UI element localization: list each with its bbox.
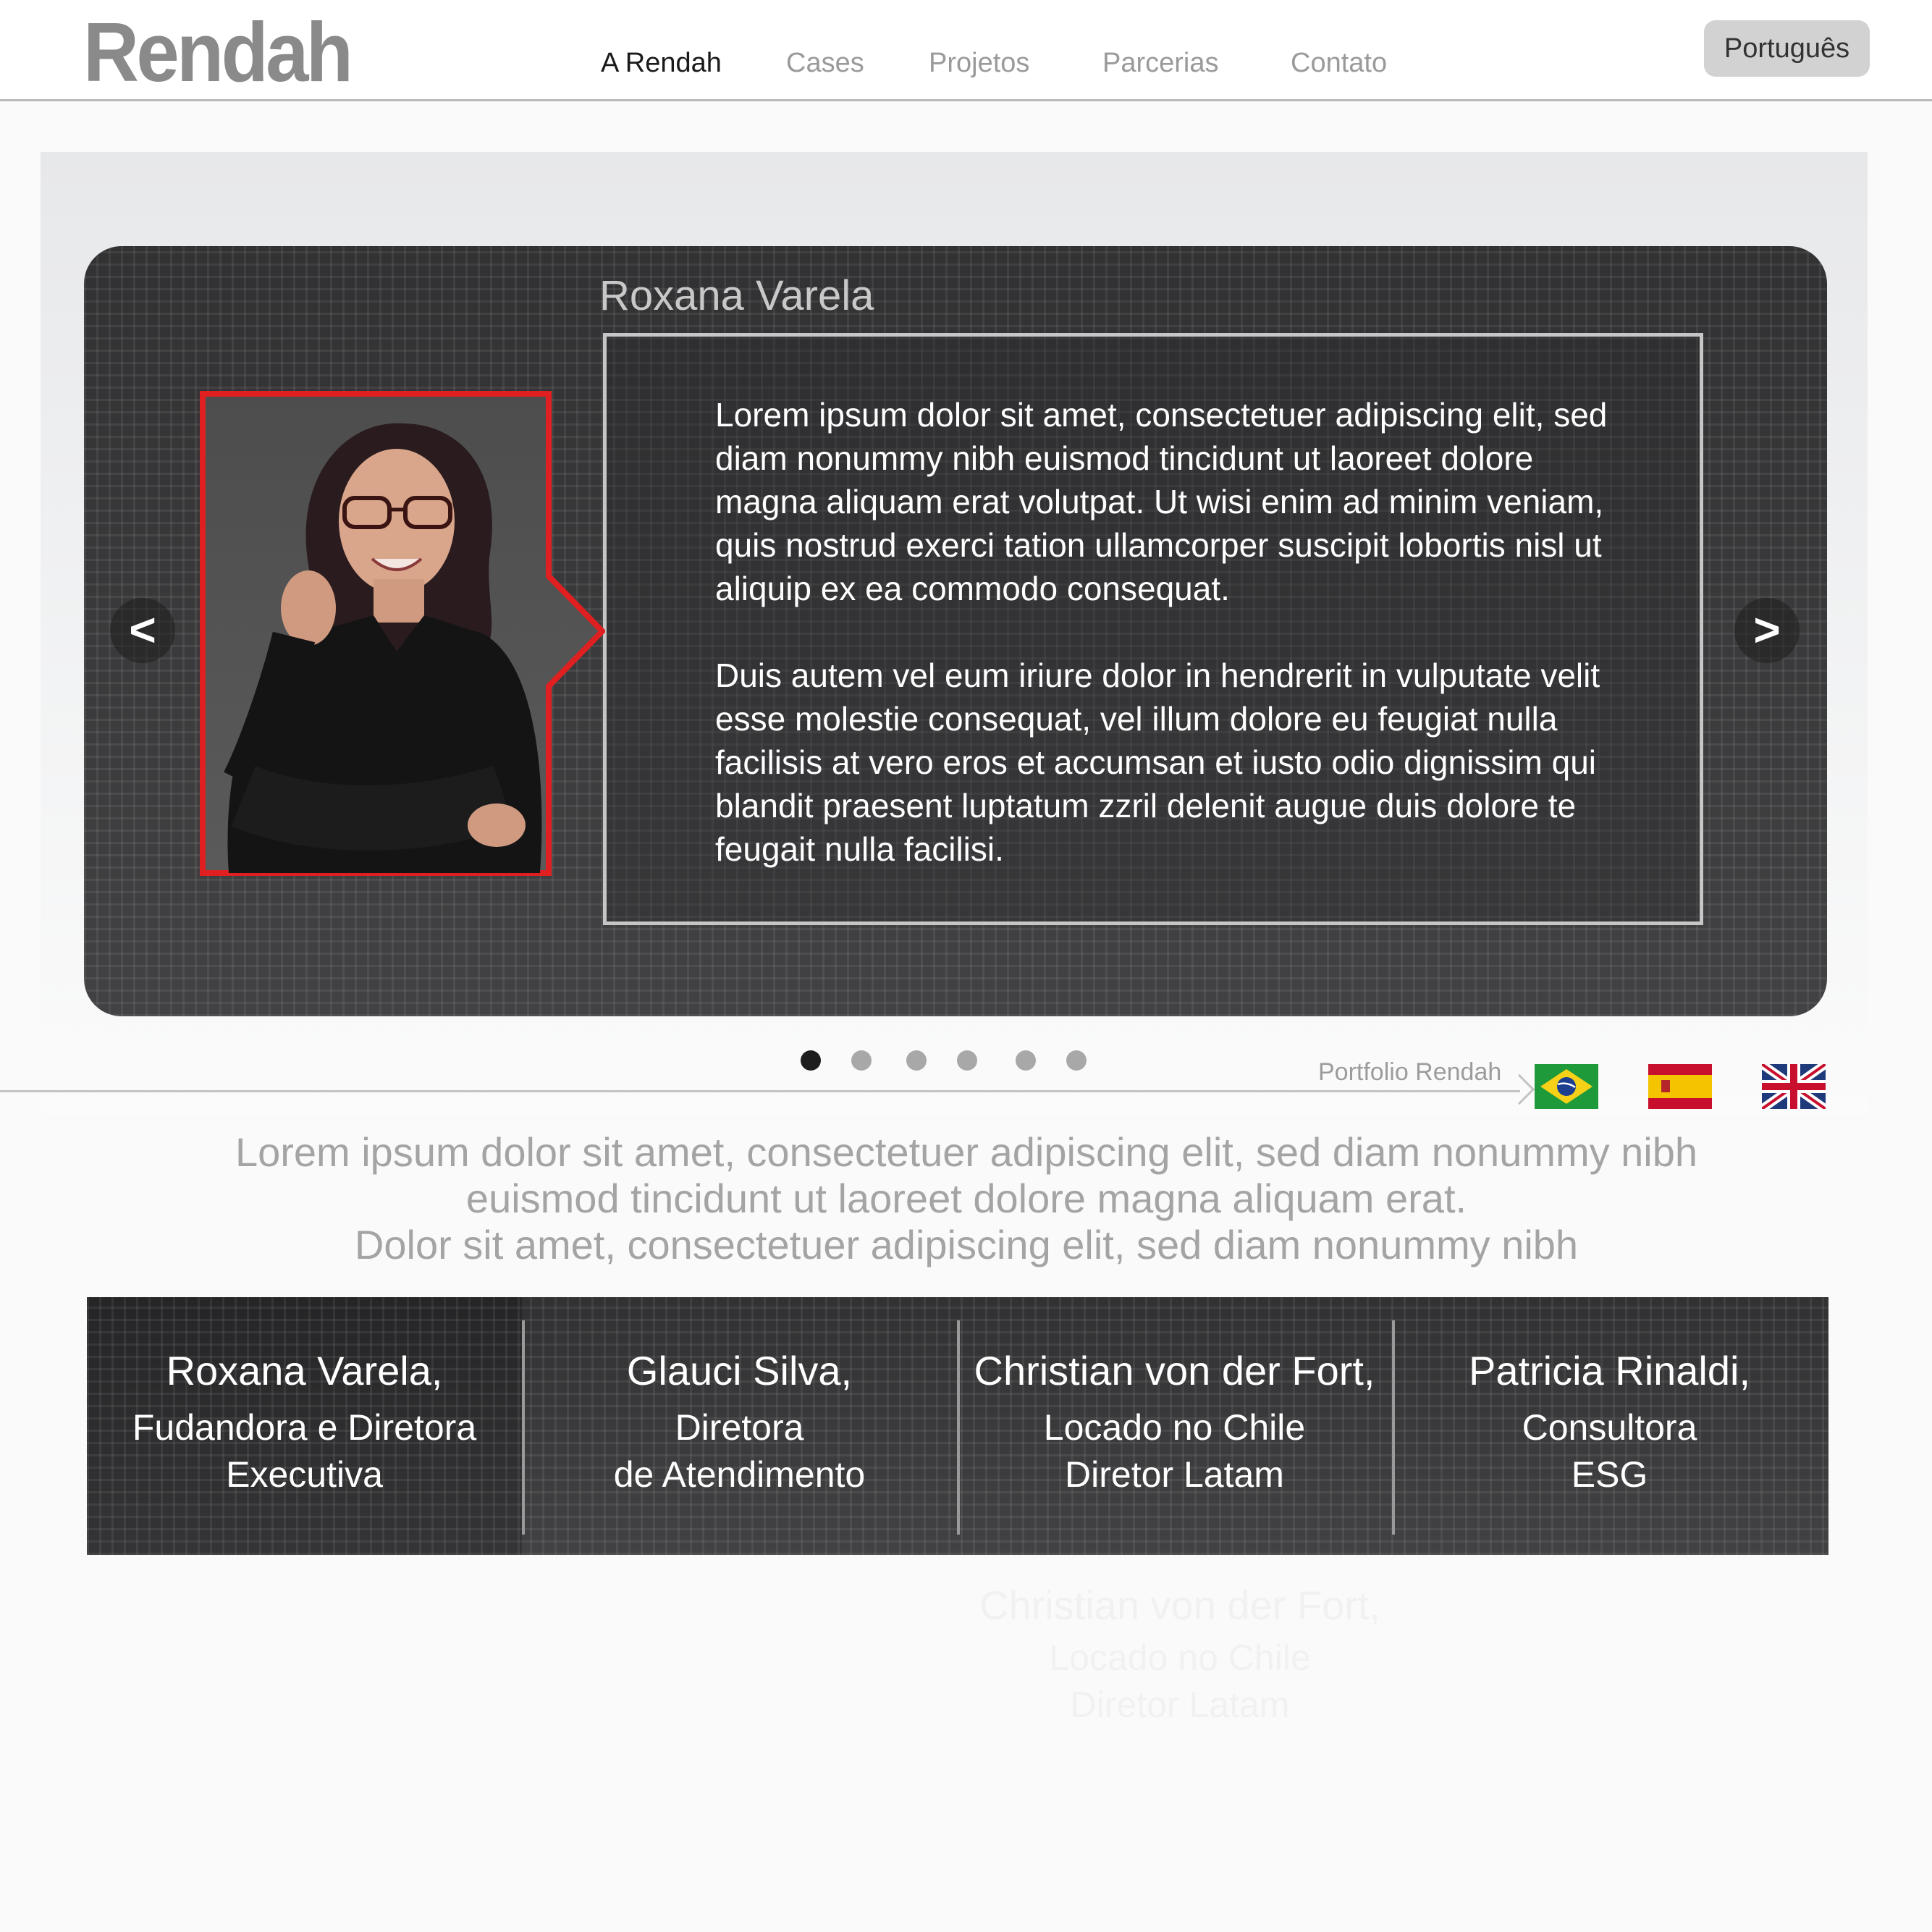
logo[interactable]: Rendah: [83, 8, 353, 97]
ghost-name: Christian von der Fort,: [979, 1582, 1380, 1628]
ghost-role-line-1: Locado no Chile: [1049, 1637, 1311, 1678]
team-member-role: Diretora de Atendimento: [522, 1404, 957, 1498]
team-member-name: Glauci Silva,: [626, 1348, 853, 1393]
slider-next-button[interactable]: >: [1734, 598, 1800, 663]
intro-text: Lorem ipsum dolor sit amet, consectetuer…: [145, 1129, 1788, 1268]
nav-a-rendah[interactable]: A Rendah: [601, 49, 722, 77]
team-role-line-1: Fudandora e Diretora: [132, 1407, 477, 1448]
ghost-role-line-2: Diretor Latam: [1070, 1684, 1290, 1725]
slider-dot-4[interactable]: [957, 1050, 977, 1071]
slide-paragraph-1: Lorem ipsum dolor sit amet, consectetuer…: [715, 396, 1608, 607]
nav-projetos[interactable]: Projetos: [929, 49, 1029, 77]
slider-dot-2[interactable]: [851, 1050, 872, 1071]
team-role-line-2: Diretor Latam: [1065, 1454, 1284, 1495]
team-member-name: Christian von der Fort,: [974, 1348, 1375, 1393]
page: Rendah A Rendah Cases Projetos Parcerias…: [0, 0, 1932, 1932]
portfolio-divider: [0, 1090, 1520, 1092]
team-member-role: Fudandora e Diretora Executiva: [87, 1404, 522, 1498]
nav-cases[interactable]: Cases: [786, 49, 864, 77]
intro-line-2: euismod tincidunt ut laoreet dolore magn…: [465, 1176, 1467, 1221]
slider-dot-5[interactable]: [1016, 1050, 1036, 1071]
team-strip: Roxana Varela, Fudandora e Diretora Exec…: [87, 1297, 1828, 1555]
team-role-line-2: ESG: [1571, 1454, 1648, 1495]
team-member-name: Roxana Varela,: [166, 1348, 443, 1393]
nav-parcerias[interactable]: Parcerias: [1102, 49, 1219, 77]
slider-dot-3[interactable]: [906, 1050, 927, 1071]
site-header: Rendah A Rendah Cases Projetos Parcerias…: [0, 0, 1932, 101]
team-card-christian[interactable]: Christian von der Fort, Locado no Chile …: [957, 1297, 1392, 1555]
slide-paragraph-2: Duis autem vel eum iriure dolor in hendr…: [715, 657, 1600, 868]
team-member-name: Patricia Rinaldi,: [1468, 1348, 1751, 1393]
spain-flag-icon[interactable]: [1648, 1064, 1712, 1109]
team-role-line-2: de Atendimento: [613, 1454, 866, 1495]
slider-dot-6[interactable]: [1066, 1050, 1087, 1071]
nav-contato[interactable]: Contato: [1291, 49, 1387, 77]
ghost-team-card: Christian von der Fort, Locado no Chile …: [956, 1585, 1404, 1729]
team-member-role: Consultora ESG: [1392, 1404, 1827, 1498]
team-card-glauci[interactable]: Glauci Silva, Diretora de Atendimento: [522, 1297, 957, 1555]
portfolio-link[interactable]: Portfolio Rendah: [1318, 1058, 1501, 1087]
slide-person-name: Roxana Varela: [599, 272, 874, 319]
team-card-roxana[interactable]: Roxana Varela, Fudandora e Diretora Exec…: [87, 1297, 522, 1555]
uk-flag-icon[interactable]: [1762, 1064, 1826, 1109]
intro-line-3: Dolor sit amet, consectetuer adipiscing …: [354, 1222, 1579, 1267]
team-role-line-1: Consultora: [1522, 1407, 1697, 1448]
slider-dot-1[interactable]: [801, 1050, 821, 1071]
slide-text-box: Lorem ipsum dolor sit amet, consectetuer…: [603, 333, 1703, 925]
team-card-patricia[interactable]: Patricia Rinaldi, Consultora ESG: [1392, 1297, 1827, 1555]
team-role-line-2: Executiva: [226, 1454, 383, 1495]
language-button[interactable]: Português: [1704, 20, 1870, 77]
intro-line-1: Lorem ipsum dolor sit amet, consectetuer…: [235, 1129, 1698, 1175]
team-role-line-1: Locado no Chile: [1043, 1407, 1306, 1448]
ghost-role: Locado no Chile Diretor Latam: [956, 1634, 1404, 1729]
team-role-line-1: Diretora: [675, 1407, 804, 1448]
team-member-role: Locado no Chile Diretor Latam: [957, 1404, 1392, 1498]
brazil-flag-icon[interactable]: [1535, 1064, 1598, 1109]
slider-prev-button[interactable]: <: [110, 598, 175, 663]
profile-photo: [200, 391, 605, 876]
